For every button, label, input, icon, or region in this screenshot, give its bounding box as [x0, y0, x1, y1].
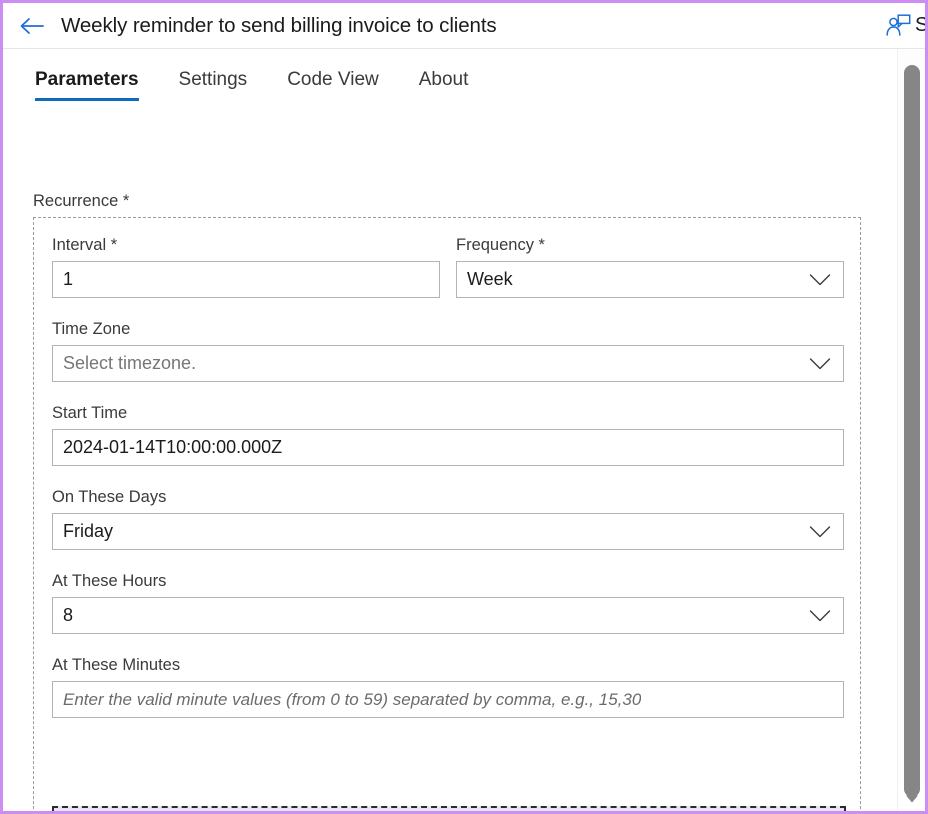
frequency-dropdown[interactable]: Week	[456, 261, 844, 298]
back-arrow-icon	[19, 16, 45, 36]
field-start-time: Start Time 2024-01-14T10:00:00.000Z	[52, 404, 844, 466]
content-area: Parameters Settings Code View About Recu…	[3, 49, 897, 811]
recurrence-section: Interval * 1 Frequency * Week	[33, 217, 861, 811]
tab-bar: Parameters Settings Code View About	[33, 69, 488, 101]
app-window: Weekly reminder to send billing invoice …	[0, 0, 928, 814]
chevron-down-icon	[809, 273, 831, 286]
tab-about[interactable]: About	[399, 69, 489, 101]
field-at-these-hours: At These Hours 8	[52, 572, 844, 634]
field-frequency: Frequency * Week	[456, 236, 844, 298]
field-timezone: Time Zone Select timezone.	[52, 320, 844, 382]
tab-parameters-label: Parameters	[35, 69, 139, 90]
chevron-down-icon	[809, 609, 831, 622]
share-label: S	[915, 14, 925, 37]
tab-about-label: About	[419, 69, 469, 90]
timezone-value: Select timezone.	[63, 353, 196, 374]
field-timezone-label: Time Zone	[52, 320, 844, 339]
page-title: Weekly reminder to send billing invoice …	[61, 14, 497, 38]
field-start-time-label: Start Time	[52, 404, 844, 423]
interval-input[interactable]: 1	[52, 261, 440, 298]
field-at-these-minutes: At These Minutes Enter the valid minute …	[52, 656, 844, 718]
tab-parameters[interactable]: Parameters	[33, 69, 159, 101]
field-on-these-days: On These Days Friday	[52, 488, 844, 550]
tab-settings-label: Settings	[179, 69, 248, 90]
on-these-days-dropdown[interactable]: Friday	[52, 513, 844, 550]
scroll-down-arrow-icon	[905, 794, 919, 804]
frequency-value: Week	[467, 269, 513, 290]
field-at-these-hours-label: At These Hours	[52, 572, 844, 591]
field-frequency-label: Frequency *	[456, 236, 844, 255]
start-time-value: 2024-01-14T10:00:00.000Z	[63, 437, 282, 458]
start-time-input[interactable]: 2024-01-14T10:00:00.000Z	[52, 429, 844, 466]
back-button[interactable]	[3, 3, 61, 48]
preview-panel: Preview Runs at 8:00 on Friday every wee…	[52, 806, 846, 811]
timezone-dropdown[interactable]: Select timezone.	[52, 345, 844, 382]
interval-value: 1	[63, 269, 73, 290]
on-these-days-value: Friday	[63, 521, 113, 542]
header-bar: Weekly reminder to send billing invoice …	[3, 3, 925, 48]
at-these-hours-value: 8	[63, 605, 73, 626]
scrollbar-track[interactable]	[898, 51, 926, 785]
field-at-these-minutes-label: At These Minutes	[52, 656, 844, 675]
recurrence-section-label: Recurrence *	[33, 192, 129, 211]
field-on-these-days-label: On These Days	[52, 488, 844, 507]
chevron-down-icon	[809, 357, 831, 370]
at-these-hours-dropdown[interactable]: 8	[52, 597, 844, 634]
at-these-minutes-input[interactable]: Enter the valid minute values (from 0 to…	[52, 681, 844, 718]
vertical-scrollbar[interactable]	[897, 49, 925, 811]
share-button[interactable]	[881, 3, 915, 48]
at-these-minutes-placeholder: Enter the valid minute values (from 0 to…	[63, 690, 641, 710]
header-actions: S	[881, 3, 925, 48]
tab-code-view[interactable]: Code View	[267, 69, 399, 101]
scrollbar-thumb[interactable]	[904, 65, 920, 797]
field-interval-label: Interval *	[52, 236, 440, 255]
tab-settings[interactable]: Settings	[159, 69, 268, 101]
scroll-down-button[interactable]	[898, 787, 926, 811]
tab-code-view-label: Code View	[287, 69, 379, 90]
share-person-icon	[885, 14, 911, 38]
chevron-down-icon	[809, 525, 831, 538]
field-interval: Interval * 1	[52, 236, 440, 298]
